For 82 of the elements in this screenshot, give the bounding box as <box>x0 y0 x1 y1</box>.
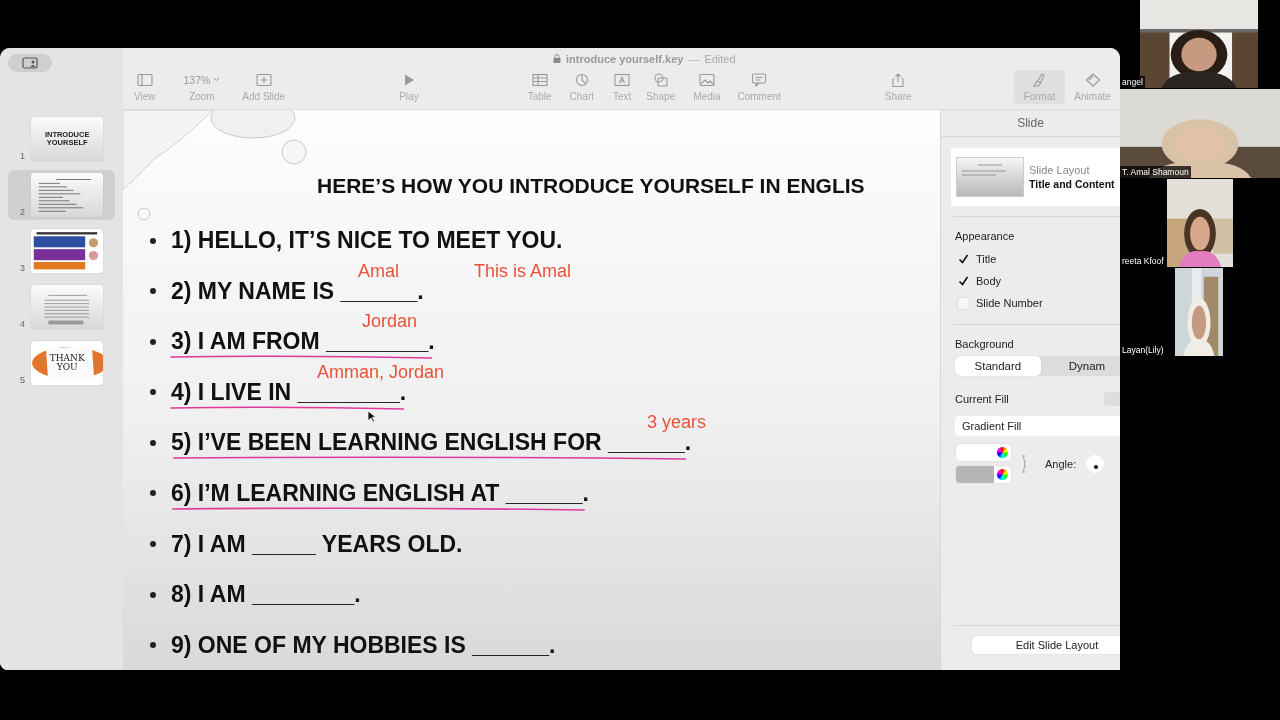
checkmark-icon <box>958 254 969 264</box>
lock-icon <box>553 54 561 64</box>
handwritten-note: Jordan <box>362 312 418 331</box>
participant-name: angel <box>1120 76 1145 88</box>
slide-thumbnail-row[interactable]: 3 <box>8 226 115 276</box>
slide-thumbnail-row[interactable]: 2 <box>8 170 115 220</box>
fill-type-dropdown[interactable]: Gradient Fill <box>955 416 1120 436</box>
option-checkbox[interactable]: Slide Number <box>957 294 1120 312</box>
handwritten-note: Amal <box>358 261 399 280</box>
list-item-text: 1) HELLO, IT’S NICE TO MEET YOU. <box>171 229 563 252</box>
bullet-icon <box>150 338 156 345</box>
option-checkbox[interactable]: Body <box>957 272 1120 290</box>
mouse-cursor-icon <box>367 410 376 423</box>
edited-status: Edited <box>704 52 736 65</box>
slide-number: 2 <box>20 207 26 217</box>
color-well[interactable] <box>956 466 1011 483</box>
slide-thumbnail[interactable] <box>31 229 103 273</box>
bullet-icon <box>150 541 156 548</box>
bullet-icon <box>150 439 156 446</box>
checkmark-icon <box>958 276 969 286</box>
list-item-text: 2) MY NAME IS ______. <box>171 279 424 303</box>
table-icon <box>531 72 548 87</box>
fill-swatch[interactable] <box>1104 392 1120 406</box>
handwritten-note: 3 years <box>647 413 707 432</box>
list-item-text: 5) I’VE BEEN LEARNING ENGLISH FOR ______. <box>171 431 692 455</box>
bullet-icon <box>150 642 156 649</box>
list-item-text: 9) ONE OF MY HOBBIES IS ______. <box>171 633 556 657</box>
shape-icon <box>652 72 669 87</box>
slide-number: 4 <box>20 319 26 329</box>
slide-title: HERE’S HOW YOU INTRODUCE YOURSELF IN ENGLIS <box>317 174 866 198</box>
thank-you-text: THANK YOU <box>48 354 86 372</box>
participant-name: reeta Kfoof <box>1120 255 1166 267</box>
chart-icon <box>573 72 590 87</box>
appearance-heading: Appearance <box>955 230 1016 242</box>
angle-label: Angle: <box>1045 457 1077 470</box>
slide-thumbnail-row[interactable]: 4 <box>8 282 115 332</box>
view-icon <box>136 72 153 87</box>
handwritten-note: Amman, Jordan <box>317 362 445 381</box>
slide-layout-card[interactable]: Slide Layout Title and Content <box>951 148 1120 206</box>
comment-icon <box>751 72 768 87</box>
participant-name: Layan(Lily) <box>1120 344 1166 356</box>
slide-number: 5 <box>20 375 26 385</box>
list-item-text: 8) I AM ________. <box>171 583 361 607</box>
option-checkbox[interactable]: Title <box>957 250 1120 268</box>
slide-thumbnail-row[interactable]: 5 THANK YOU <box>8 338 115 388</box>
layout-preview-drawing <box>956 157 1024 197</box>
list-item-text: 4) I LIVE IN ________. <box>171 380 407 404</box>
list-item-text: 7) I AM _____ YEARS OLD. <box>171 532 463 556</box>
handwritten-note: This is Amal <box>474 261 572 280</box>
window-title: introduce yourself.key <box>566 52 684 65</box>
list-item-text: 6) I’M LEARNING ENGLISH AT ______. <box>171 481 589 505</box>
swap-icon[interactable] <box>1021 454 1029 473</box>
slide-thumbnail[interactable]: THANK YOU <box>31 341 103 385</box>
color-well[interactable] <box>956 444 1011 461</box>
segment-tab[interactable]: Dynam <box>1040 356 1120 376</box>
animate-icon <box>1084 72 1101 87</box>
slide-number: 1 <box>20 151 26 161</box>
sidebar-button[interactable] <box>8 54 52 72</box>
title-separator: — <box>688 52 700 65</box>
background-heading: Background <box>955 338 1015 350</box>
segment-tab[interactable]: Standard <box>955 356 1041 376</box>
bullet-icon <box>150 389 156 396</box>
add-slide-icon <box>255 72 272 87</box>
zoom-button[interactable]: 137% Zoom <box>179 69 225 104</box>
slide-thumbnail[interactable] <box>31 173 103 217</box>
bullet-icon <box>150 237 156 244</box>
angle-knob[interactable] <box>1086 454 1105 473</box>
layout-label: Slide Layout <box>1029 164 1091 176</box>
bullet-icon <box>150 591 156 598</box>
bullet-icon <box>150 288 156 295</box>
share-icon <box>890 72 907 87</box>
slide-number: 3 <box>20 263 26 273</box>
layout-name: Title and Content <box>1029 178 1115 190</box>
media-icon <box>698 72 715 87</box>
chevron-icon <box>213 77 221 83</box>
text-icon <box>614 72 631 87</box>
bullet-icon <box>150 490 156 497</box>
slide-thumbnail[interactable] <box>31 285 103 329</box>
edit-slide-layout-button[interactable]: Edit Slide Layout <box>972 636 1120 654</box>
presenter-icon <box>22 57 38 69</box>
list-item-text: 3) I AM FROM ________. <box>171 330 435 354</box>
current-fill-label: Current Fill <box>955 393 1009 405</box>
